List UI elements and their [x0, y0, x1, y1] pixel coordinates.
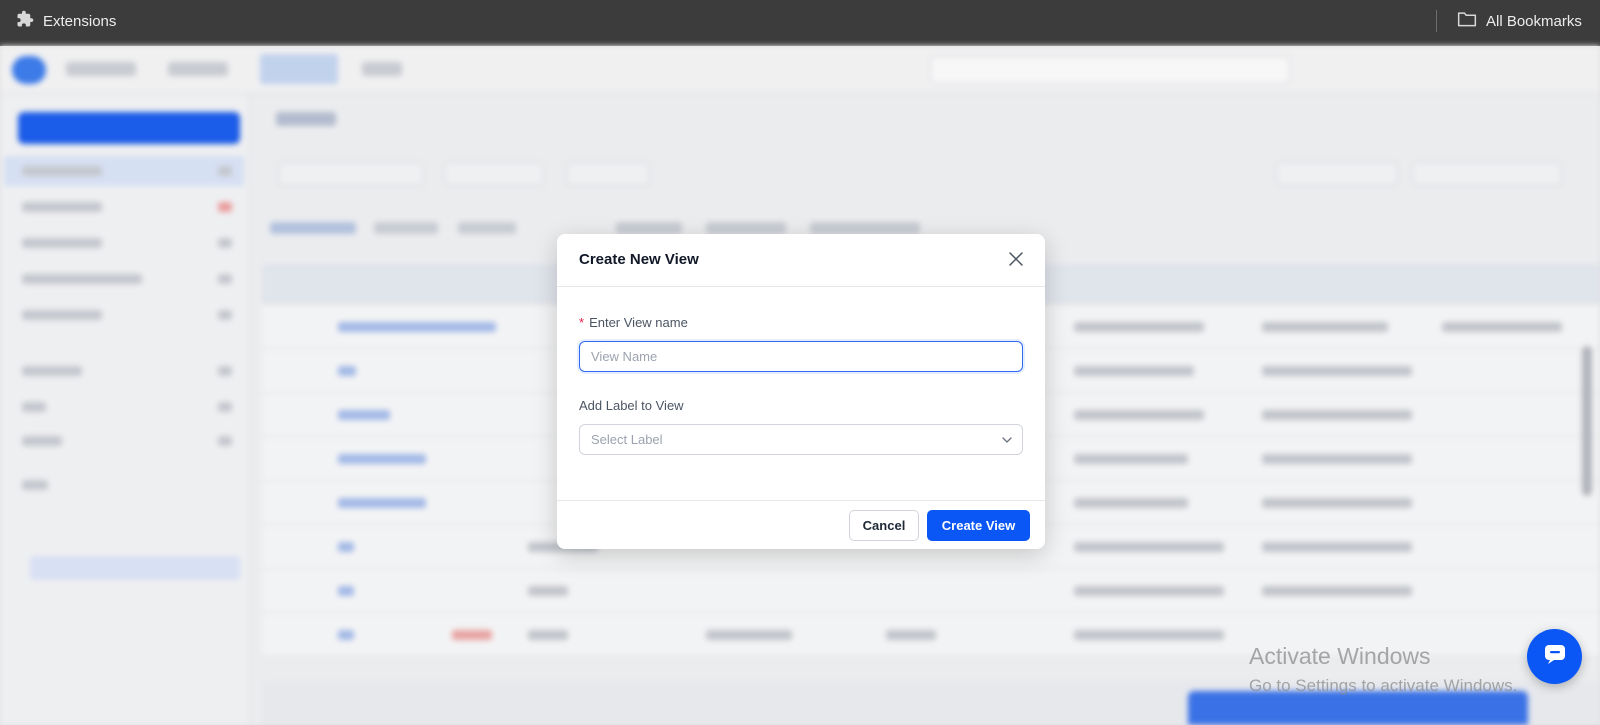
activate-windows-subtitle: Go to Settings to activate Windows. — [1249, 676, 1518, 695]
chat-icon — [1543, 643, 1567, 670]
activate-windows-title: Activate Windows — [1249, 643, 1431, 669]
label-field-label: Add Label to View — [579, 398, 684, 413]
view-name-label: * Enter View name — [579, 315, 688, 330]
cancel-button[interactable]: Cancel — [849, 510, 919, 541]
modal-header: Create New View — [557, 234, 1045, 287]
required-marker: * — [579, 315, 585, 330]
folder-icon — [1457, 10, 1477, 32]
puzzle-icon — [16, 10, 34, 32]
all-bookmarks-label: All Bookmarks — [1486, 12, 1582, 30]
all-bookmarks-button[interactable]: All Bookmarks — [1457, 10, 1582, 32]
close-icon — [1009, 251, 1023, 271]
bookmarks-bar: Extensions All Bookmarks — [0, 0, 1600, 46]
modal-footer: Cancel Create View — [557, 500, 1045, 549]
modal-title: Create New View — [579, 251, 699, 268]
extensions-button[interactable]: Extensions — [16, 10, 116, 32]
chevron-down-icon — [1001, 434, 1013, 449]
view-name-label-text: Enter View name — [589, 315, 688, 330]
label-select[interactable]: Select Label — [579, 424, 1023, 455]
bookmarks-divider — [1436, 10, 1437, 32]
extensions-label: Extensions — [43, 12, 117, 30]
view-name-input[interactable] — [579, 341, 1023, 372]
create-view-modal: Create New View * Enter View name Add Lab… — [557, 234, 1045, 549]
chat-button[interactable] — [1527, 629, 1582, 684]
label-select-placeholder: Select Label — [591, 432, 663, 447]
create-view-button[interactable]: Create View — [927, 510, 1030, 541]
close-button[interactable] — [1005, 250, 1027, 272]
